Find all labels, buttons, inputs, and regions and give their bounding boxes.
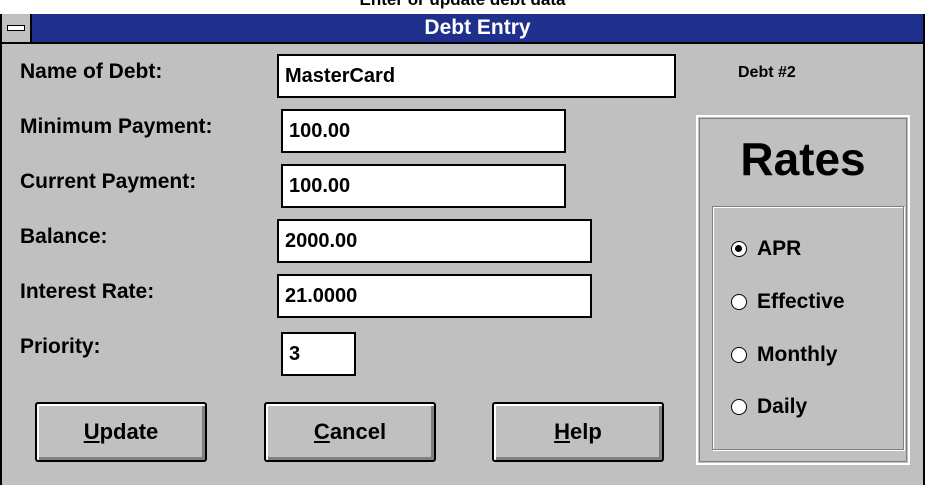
radio-unselected-icon[interactable] [731,347,747,363]
cropped-heading-text: Enter or update debt data [0,0,925,10]
update-button[interactable]: Update [35,402,207,462]
balance-label: Balance: [20,225,108,248]
help-mnemonic: H [554,419,571,444]
rate-option-label: Daily [757,395,808,418]
rate-option-monthly[interactable]: Monthly [731,342,837,368]
rate-option-label: Effective [757,290,845,313]
rate-option-label: APR [757,237,802,260]
interest-rate-field[interactable]: 21.0000 [277,274,592,318]
cropped-heading: Enter or update debt data [0,0,925,14]
cancel-mnemonic: C [313,419,330,444]
system-menu-icon[interactable] [2,14,32,42]
priority-field[interactable]: 3 [281,332,356,376]
window-title: Debt Entry [424,16,531,39]
minimum-payment-field[interactable]: 100.00 [281,109,566,153]
rate-option-apr[interactable]: APR [731,236,801,262]
help-button[interactable]: Help [492,402,664,462]
rate-option-label: Monthly [757,343,838,366]
current-payment-label: Current Payment: [20,170,197,193]
rate-option-effective[interactable]: Effective [731,289,845,315]
rates-title: Rates [740,133,866,185]
help-label: elp [570,419,602,444]
radio-unselected-icon[interactable] [731,294,747,310]
update-label: pdate [99,419,159,444]
rate-option-daily[interactable]: Daily [731,394,807,420]
radio-unselected-icon[interactable] [731,399,747,415]
interest-rate-label: Interest Rate: [20,280,155,303]
radio-selected-icon[interactable] [731,241,747,257]
minimum-payment-label: Minimum Payment: [20,115,213,138]
debt-entry-dialog: Debt Entry Name of Debt: MasterCard Debt… [0,14,925,485]
priority-label: Priority: [20,335,101,358]
debt-number: Debt #2 [738,64,796,81]
update-mnemonic: U [83,419,100,444]
name-of-debt-field[interactable]: MasterCard [277,54,676,98]
cancel-label: ancel [329,419,387,444]
title-bar: Debt Entry [2,14,923,44]
name-of-debt-label: Name of Debt: [20,60,163,83]
cancel-button[interactable]: Cancel [264,402,436,462]
balance-field[interactable]: 2000.00 [277,219,592,263]
current-payment-field[interactable]: 100.00 [281,164,566,208]
